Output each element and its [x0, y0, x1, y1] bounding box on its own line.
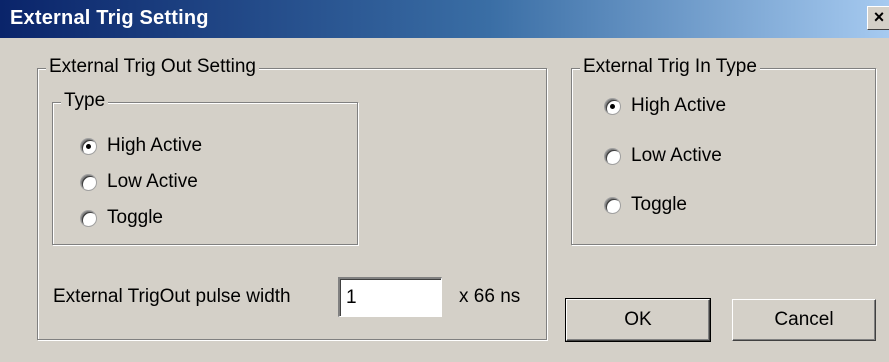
pulse-width-unit: x 66 ns: [459, 286, 521, 307]
radio-label: Toggle: [107, 207, 163, 228]
trig-in-group-label: External Trig In Type: [580, 56, 760, 78]
radio-label: Low Active: [631, 145, 722, 166]
title-bar[interactable]: External Trig Setting ×: [0, 0, 889, 38]
radio-button[interactable]: [80, 173, 97, 191]
radio-button-checked[interactable]: [604, 97, 621, 115]
radio-label: High Active: [107, 135, 203, 156]
radio-label: Toggle: [631, 194, 687, 215]
trig-in-radio-high-active[interactable]: High Active: [604, 94, 726, 118]
radio-label: High Active: [631, 95, 727, 116]
trig-in-radio-toggle[interactable]: Toggle: [604, 193, 687, 217]
type-group-label: Type: [61, 90, 109, 112]
radio-label: Low Active: [107, 171, 198, 192]
trig-out-group-label: External Trig Out Setting: [46, 56, 259, 78]
trig-out-radio-high-active[interactable]: High Active: [80, 134, 202, 158]
trig-out-radio-toggle[interactable]: Toggle: [80, 206, 163, 230]
radio-button[interactable]: [604, 147, 621, 165]
radio-button-checked[interactable]: [80, 137, 97, 155]
radio-button[interactable]: [80, 209, 97, 227]
trig-out-radio-low-active[interactable]: Low Active: [80, 170, 198, 194]
trig-in-radio-low-active[interactable]: Low Active: [604, 144, 722, 168]
cancel-button[interactable]: Cancel: [732, 299, 876, 341]
pulse-width-label: External TrigOut pulse width: [53, 286, 291, 307]
pulse-width-input[interactable]: [338, 277, 442, 317]
ok-button[interactable]: OK: [565, 298, 711, 342]
radio-button[interactable]: [604, 196, 621, 214]
close-button[interactable]: ×: [867, 6, 889, 30]
close-icon: ×: [873, 7, 885, 27]
window-title: External Trig Setting: [10, 7, 209, 29]
